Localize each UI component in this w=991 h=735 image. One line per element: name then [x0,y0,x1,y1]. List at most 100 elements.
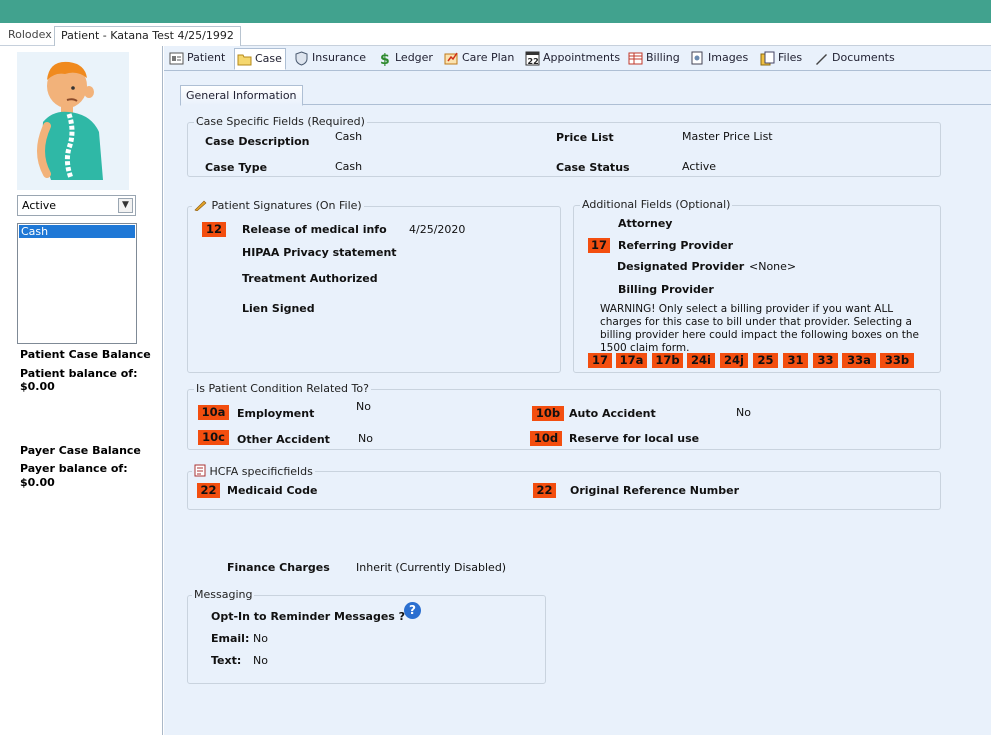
release-medical-date[interactable]: 4/25/2020 [409,223,465,236]
billing-provider-label: Billing Provider [618,283,714,296]
designated-provider-field[interactable]: <None> [749,260,796,273]
auto-accident-label: Auto Accident [569,407,656,420]
box-10a-badge: 10a [198,405,229,420]
tab-billing[interactable]: Billing [626,48,680,70]
payer-balance-label: Payer balance of: [20,462,128,475]
tab-patient-record[interactable]: Patient - Katana Test 4/25/1992 [54,26,241,46]
referring-provider-label: Referring Provider [618,239,734,252]
tab-insurance[interactable]: Insurance [292,48,366,70]
chevron-down-icon[interactable]: ▼ [118,198,133,213]
case-type-field[interactable]: Cash [335,160,362,173]
tab-images-label: Images [708,51,749,64]
tab-case[interactable]: Case [234,48,286,70]
condition-related-title: Is Patient Condition Related To? [194,382,371,395]
shield-icon [295,51,308,66]
case-list[interactable]: Cash [17,223,137,344]
case-status-select[interactable]: Active ▼ [17,195,136,216]
treatment-authorized-label: Treatment Authorized [242,272,378,285]
tab-insurance-label: Insurance [312,51,366,64]
status-select-value: Active [22,199,57,212]
pencil-icon [194,200,207,212]
tab-patient[interactable]: Patient [167,48,233,70]
tab-ledger[interactable]: $ Ledger [375,48,433,70]
case-type-label: Case Type [205,161,268,174]
reserve-local-use-label: Reserve for local use [569,432,700,445]
billing-warning-text: WARNING! Only select a billing provider … [600,303,920,354]
tab-rolodex[interactable]: Rolodex [2,26,58,46]
dollar-icon: $ [380,52,390,66]
case-specific-title: Case Specific Fields (Required) [194,115,367,128]
claim-box-badge: 17 [588,353,612,368]
original-reference-label: Original Reference Number [570,484,740,497]
signatures-group: Patient Signatures (On File) 12 Release … [187,199,561,373]
text-label: Text: [211,654,242,667]
employment-label: Employment [237,407,315,420]
email-label: Email: [211,632,250,645]
opt-in-label: Opt-In to Reminder Messages ? [211,610,406,623]
svg-text:$: $ [380,52,390,66]
tab-documents[interactable]: Documents [812,48,895,70]
finance-charges-label: Finance Charges [227,561,330,574]
patient-case-balance-title: Patient Case Balance [20,348,151,361]
claim-box-badge: 33b [880,353,914,368]
main-area: Patient Case Insurance $ Ledger Care Pla… [164,46,991,735]
claim-box-badge: 25 [753,353,778,368]
record-tab-bar: Patient Case Insurance $ Ledger Care Pla… [164,46,991,71]
payer-balance-value: $0.00 [20,476,55,489]
case-description-field[interactable]: Cash [335,130,362,143]
tab-images[interactable]: Images [688,48,748,70]
tab-general-information[interactable]: General Information [180,85,303,106]
tab-billing-label: Billing [646,51,680,64]
tab-files-label: Files [778,51,803,64]
case-status-label: Case Status [556,161,630,174]
case-status-field[interactable]: Active [682,160,716,173]
finance-charges-field[interactable]: Inherit (Currently Disabled) [356,561,506,574]
patient-avatar [17,52,129,190]
tab-appointments-label: Appointments [543,51,621,64]
folder-icon [237,54,252,66]
box-10d-badge: 10d [530,431,562,446]
subtab-strip: General Information [180,85,991,106]
messaging-group: Messaging Opt-In to Reminder Messages ? … [187,588,546,684]
careplan-icon [444,52,458,65]
attorney-label: Attorney [618,217,673,230]
claim-box-badge: 24j [720,353,748,368]
additional-fields-title: Additional Fields (Optional) [580,198,733,211]
medicaid-code-label: Medicaid Code [227,484,318,497]
text-optin-field[interactable]: No [253,654,268,667]
case-list-item[interactable]: Cash [19,225,135,238]
case-panel: General Information Case Specific Fields… [180,85,991,735]
tab-appointments[interactable]: 22 Appointments [523,48,620,70]
tab-care-plan-label: Care Plan [462,51,515,64]
tab-care-plan[interactable]: Care Plan [442,48,514,70]
box-12-badge: 12 [202,222,226,237]
lien-signed-label: Lien Signed [242,302,315,315]
tab-ledger-label: Ledger [395,51,433,64]
box-17-badge: 17 [588,238,610,253]
hcfa-fields-group: HCFA specificfields 22 Medicaid Code 22 … [187,464,941,510]
claim-box-badge: 17b [652,353,683,368]
employment-field[interactable]: No [356,400,371,413]
box-22-badge: 22 [197,483,220,498]
signatures-title-wrap: Patient Signatures (On File) [192,199,364,212]
app-header-bar [0,0,991,23]
box-10b-badge: 10b [532,406,564,421]
tab-files[interactable]: Files [758,48,802,70]
box-10c-badge: 10c [198,430,229,445]
price-list-field[interactable]: Master Price List [682,130,773,143]
claim-box-badge: 33 [813,353,838,368]
patient-card-icon [169,52,184,65]
email-optin-field[interactable]: No [253,632,268,645]
hcfa-title: HCFA specificfields [209,465,313,478]
other-accident-field[interactable]: No [358,432,373,445]
patient-balance-value: $0.00 [20,380,55,393]
case-description-label: Case Description [205,135,310,148]
box-22-badge: 22 [533,483,556,498]
images-icon [691,51,703,65]
release-medical-label: Release of medical info [242,223,387,236]
help-icon[interactable]: ? [404,602,421,619]
pen-icon [816,54,827,65]
hipaa-label: HIPAA Privacy statement [242,246,397,259]
files-icon [760,51,775,66]
auto-accident-field[interactable]: No [736,406,751,419]
